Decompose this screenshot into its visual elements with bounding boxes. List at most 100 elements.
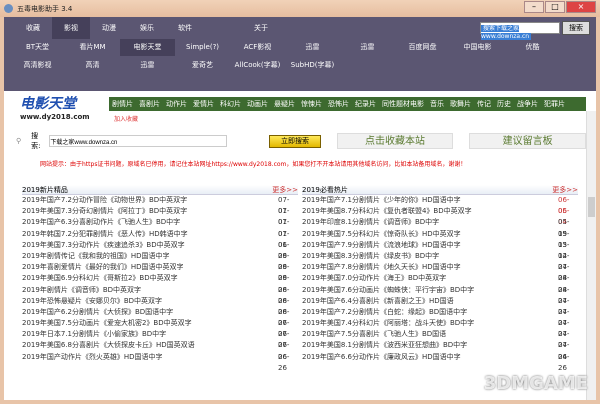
site-link[interactable]: 迅雷	[120, 60, 175, 70]
more-link[interactable]: 更多>>	[272, 185, 298, 194]
list-item[interactable]: 2019年韩国7.2分犯罪剧情片《恶人传》HD韩语中字 07-01	[22, 229, 298, 249]
movie-title[interactable]: 2019年美国7.6分动画片《蜘蛛侠：平行宇宙》BD中字	[302, 285, 474, 296]
movie-title[interactable]: 2019年国产7.8分剧情片《地久天长》HD国语中字	[302, 262, 461, 273]
movie-title[interactable]: 2019年国产6.3分喜剧动作片《飞驰人生》BD中字	[22, 217, 180, 228]
movie-title[interactable]: 2019年国产7.5分喜剧片《飞驰人生》BD国语	[302, 329, 446, 340]
category-link[interactable]: 动作片	[166, 99, 187, 109]
category-link[interactable]: 恐怖片	[328, 99, 349, 109]
category-link[interactable]: 历史	[497, 99, 511, 109]
menu-item[interactable]: 动漫	[90, 17, 128, 39]
movie-title[interactable]: 2019年美国7.5分动画片《爱宠大机密2》BD中英双字	[22, 318, 192, 329]
movie-title[interactable]: 2019年美国7.0分动作片《海王》BD中英双字	[302, 273, 446, 284]
list-item[interactable]: 2019年国产7.9分剧情片《流浪地球》HD国语中字 05-12	[302, 240, 578, 260]
scrollbar-thumb[interactable]	[588, 197, 595, 217]
category-link[interactable]: 惊悚片	[301, 99, 322, 109]
menu-item[interactable]: 娱乐	[128, 17, 166, 39]
site-link[interactable]: 看片MM	[65, 39, 120, 56]
category-link[interactable]: 同性题材电影	[382, 99, 424, 109]
list-item[interactable]: 2019年恐怖悬疑片《安娜贝尔》BD中英双字 06-28	[22, 296, 298, 316]
list-item[interactable]: 2019年美国7.0分动作片《海王》BD中英双字 04-28	[302, 273, 578, 293]
movie-title[interactable]: 2019年国产6.2分剧情片《大侦探》BD国语中字	[22, 307, 173, 318]
list-item[interactable]: 2019年国产7.5分喜剧片《飞驰人生》BD国语 04-27	[302, 329, 578, 349]
list-item[interactable]: 2019年国产动作片《烈火英雄》HD国语中字 06-26	[22, 352, 298, 372]
menu-item[interactable]: 软件	[166, 17, 204, 39]
top-search-button[interactable]: 搜索	[562, 21, 590, 35]
movie-title[interactable]: 2019年美国8.7分科幻片《复仇者联盟4》BD中英双字	[302, 206, 472, 217]
list-item[interactable]: 2019年喜剧爱情片《最好的我们》HD国语中英双字 06-29	[22, 262, 298, 282]
site-link[interactable]: 爱奇艺	[175, 60, 230, 70]
bookmark-site-button[interactable]: 点击收藏本站	[336, 133, 454, 149]
maximize-button[interactable]: □	[545, 1, 565, 13]
site-link[interactable]: ACF影视	[230, 39, 285, 56]
list-item[interactable]: 2019年国产7.2分剧情片《白蛇：缘起》BD国语中字 04-27	[302, 307, 578, 327]
movie-title[interactable]: 2019年美国8.1分剧情片《波西米亚狂想曲》BD中字	[302, 340, 467, 351]
category-link[interactable]: 动画片	[247, 99, 268, 109]
site-link[interactable]: 高清	[65, 60, 120, 70]
category-link[interactable]: 音乐	[430, 99, 444, 109]
movie-title[interactable]: 2019年美国7.3分奇幻剧情片《阿拉丁》BD中英双字	[22, 206, 187, 217]
category-link[interactable]: 剧情片	[112, 99, 133, 109]
list-item[interactable]: 2019年日本7.1分剧情片《小偷家族》BD中字 06-27	[22, 329, 298, 349]
list-item[interactable]: 2019年印度8.1分剧情片《调音师》BD中字 05-19	[302, 217, 578, 237]
movie-title[interactable]: 2019年恐怖悬疑片《安娜贝尔》BD中英双字	[22, 296, 162, 307]
list-item[interactable]: 2019年剧情传记《我和我的祖国》HD国语中字 06-29	[22, 251, 298, 271]
movie-title[interactable]: 2019年美国7.5分科幻片《惊奇队长》HD中英双字	[302, 229, 461, 240]
minimize-button[interactable]: –	[524, 1, 544, 13]
category-link[interactable]: 传记	[477, 99, 491, 109]
category-link[interactable]: 犯罪片	[544, 99, 565, 109]
category-link[interactable]: 歌舞片	[450, 99, 471, 109]
movie-title[interactable]: 2019年韩国7.2分犯罪剧情片《恶人传》HD韩语中字	[22, 229, 188, 240]
list-item[interactable]: 2019年国产7.1分剧情片《少年的你》HD国语中字 06-05	[302, 195, 578, 215]
category-link[interactable]: 喜剧片	[139, 99, 160, 109]
menu-item[interactable]: 关于	[242, 17, 280, 39]
list-item[interactable]: 2019年国产6.2分剧情片《大侦探》BD国语中字 06-27	[22, 307, 298, 327]
category-link[interactable]: 悬疑片	[274, 99, 295, 109]
movie-title[interactable]: 2019年美国6.8分喜剧片《大侦探皮卡丘》HD国英双语	[22, 340, 195, 351]
search-now-button[interactable]: 立即搜索	[269, 134, 321, 148]
site-link[interactable]: 迅雷	[285, 39, 340, 56]
movie-title[interactable]: 2019年喜剧爱情片《最好的我们》HD国语中英双字	[22, 262, 183, 273]
site-link[interactable]: Simple(?)	[175, 39, 230, 56]
list-item[interactable]: 2019年美国7.3分动作片《疾速追杀3》BD中英双字 06-29	[22, 240, 298, 260]
category-link[interactable]: 科幻片	[220, 99, 241, 109]
list-item[interactable]: 2019年国产6.6分动作片《廉政风云》HD国语中字 04-26	[302, 352, 578, 372]
list-item[interactable]: 2019年美国7.5分科幻片《惊奇队长》HD中英双字 05-13	[302, 229, 578, 249]
movie-title[interactable]: 2019年美国7.3分动作片《疾速追杀3》BD中英双字	[22, 240, 185, 251]
list-item[interactable]: 2019年美国8.1分剧情片《波西米亚狂想曲》BD中字 04-26	[302, 340, 578, 360]
movie-title[interactable]: 2019年日本7.1分剧情片《小偷家族》BD中字	[22, 329, 166, 340]
list-item[interactable]: 2019年美国8.7分科幻片《复仇者联盟4》BD中英双字 06-04	[302, 206, 578, 226]
list-item[interactable]: 2019年美国7.4分科幻片《阿丽塔：战斗天使》BD中字 04-27	[302, 318, 578, 338]
list-item[interactable]: 2019年剧情片《调音师》BD中英双字 06-28	[22, 285, 298, 305]
top-search-input[interactable]: 搜索下载之家www.downza.cn	[480, 22, 560, 40]
list-item[interactable]: 2019年美国7.5分动画片《爱宠大机密2》BD中英双字 06-27	[22, 318, 298, 338]
menu-item[interactable]: 收藏	[14, 17, 52, 39]
movie-title[interactable]: 2019年美国8.3分剧情片《绿皮书》BD中字	[302, 251, 439, 262]
category-link[interactable]: 爱情片	[193, 99, 214, 109]
movie-title[interactable]: 2019年美国6.9分科幻片《哥斯拉2》BD中英双字	[22, 273, 178, 284]
search-input[interactable]	[49, 135, 228, 147]
movie-title[interactable]: 2019年剧情片《调音师》BD中英双字	[22, 285, 141, 296]
site-link[interactable]: 高清影视	[10, 60, 65, 70]
guestbook-button[interactable]: 建议留言板	[469, 133, 586, 149]
movie-title[interactable]: 2019年印度8.1分剧情片《调音师》BD中字	[302, 217, 439, 228]
list-item[interactable]: 2019年国产6.4分喜剧片《新喜剧之王》HD国语 04-27	[302, 296, 578, 316]
movie-title[interactable]: 2019年剧情传记《我和我的祖国》HD国语中字	[22, 251, 169, 262]
list-item[interactable]: 2019年美国6.8分喜剧片《大侦探皮卡丘》HD国英双语 06-26	[22, 340, 298, 360]
list-item[interactable]: 2019年美国8.3分剧情片《绿皮书》BD中字 04-27	[302, 251, 578, 271]
site-link[interactable]: SubHD(字幕)	[285, 60, 340, 70]
movie-title[interactable]: 2019年国产6.6分动作片《廉政风云》HD国语中字	[302, 352, 461, 363]
list-item[interactable]: 2019年美国7.6分动画片《蜘蛛侠：平行宇宙》BD中字 04-27	[302, 285, 578, 305]
category-link[interactable]: 战争片	[517, 99, 538, 109]
menu-item[interactable]: 影视	[52, 17, 90, 39]
close-button[interactable]: ×	[566, 1, 596, 13]
movie-title[interactable]: 2019年美国7.4分科幻片《阿丽塔：战斗天使》BD中字	[302, 318, 474, 329]
list-item[interactable]: 2019年国产7.2分动作冒险《动物世界》BD中英双字 07-01	[22, 195, 298, 215]
site-link[interactable]: 优酷	[505, 39, 560, 56]
list-item[interactable]: 2019年国产6.3分喜剧动作片《飞驰人生》BD中字 07-01	[22, 217, 298, 237]
movie-title[interactable]: 2019年国产7.9分剧情片《流浪地球》HD国语中字	[302, 240, 461, 251]
site-link[interactable]: 百度网盘	[395, 39, 450, 56]
site-link[interactable]: AllCook(字幕)	[230, 60, 285, 70]
site-link[interactable]: 迅雷	[340, 39, 395, 56]
movie-title[interactable]: 2019年国产7.1分剧情片《少年的你》HD国语中字	[302, 195, 461, 206]
movie-title[interactable]: 2019年国产6.4分喜剧片《新喜剧之王》HD国语	[302, 296, 454, 307]
